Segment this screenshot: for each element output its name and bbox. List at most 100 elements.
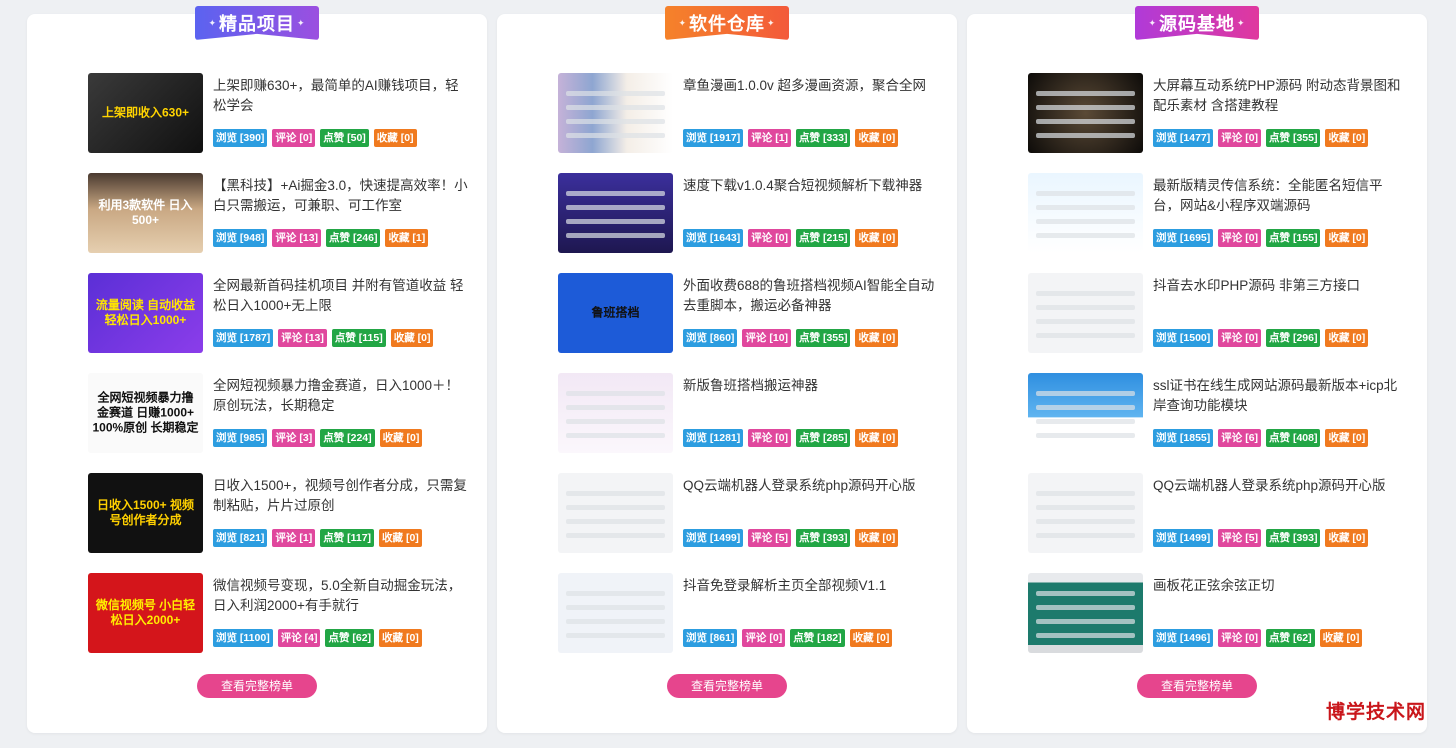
- favorites-badge: 收藏 [0]: [379, 629, 422, 647]
- item-thumbnail[interactable]: 日收入1500+ 视频号创作者分成: [88, 473, 203, 553]
- item-thumbnail[interactable]: [1028, 573, 1143, 653]
- item-list: 上架即收入630+ 上架即赚630+，最简单的AI赚钱项目，轻松学会 浏览 [390…: [88, 73, 468, 673]
- comments-badge: 评论 [0]: [1218, 629, 1262, 647]
- item-thumbnail[interactable]: 流量阅读 自动收益 轻松日入1000+: [88, 273, 203, 353]
- list-item: 画板花正弦余弦正切 浏览 [1496] 评论 [0] 点赞 [62] 收藏 [0]: [1028, 573, 1408, 673]
- item-thumbnail[interactable]: [558, 473, 673, 553]
- screenshot-placeholder-line: [1036, 305, 1135, 310]
- item-thumbnail[interactable]: [558, 373, 673, 453]
- item-title-link[interactable]: 章鱼漫画1.0.0v 超多漫画资源，聚合全网: [683, 76, 938, 96]
- screenshot-placeholder-line: [1036, 219, 1135, 224]
- item-title-link[interactable]: 日收入1500+，视频号创作者分成，只需复制粘贴，片片过原创: [213, 476, 468, 516]
- list-item: 最新版精灵传信系统：全能匿名短信平台，网站&小程序双端源码 浏览 [1695] 评论…: [1028, 173, 1408, 273]
- list-item: 抖音去水印PHP源码 非第三方接口 浏览 [1500] 评论 [0] 点赞 [296]…: [1028, 273, 1408, 373]
- item-title-link[interactable]: 外面收费688的鲁班搭档视频AI智能全自动去重脚本，搬运必备神器: [683, 276, 938, 316]
- item-title-link[interactable]: 全网短视频暴力撸金赛道，日入1000＋！原创玩法，长期稳定: [213, 376, 468, 416]
- item-title-link[interactable]: 抖音免登录解析主页全部视频V1.1: [683, 576, 938, 596]
- comments-badge: 评论 [0]: [742, 629, 786, 647]
- screenshot-placeholder-line: [566, 533, 665, 538]
- comments-badge: 评论 [0]: [1218, 129, 1262, 147]
- views-badge: 浏览 [1643]: [683, 229, 744, 247]
- item-thumbnail[interactable]: 鲁班搭档: [558, 273, 673, 353]
- panel-ribbon: ✦ 软件仓库 ✦: [665, 6, 789, 48]
- item-title-link[interactable]: 大屏幕互动系统PHP源码 附动态背景图和配乐素材 含搭建教程: [1153, 76, 1408, 116]
- list-item: 流量阅读 自动收益 轻松日入1000+ 全网最新首码挂机项目 并附有管道收益 轻松…: [88, 273, 468, 373]
- item-title-link[interactable]: 抖音去水印PHP源码 非第三方接口: [1153, 276, 1408, 296]
- thumbnail-caption: 全网短视频暴力撸金赛道 日赚1000+ 100%原创 长期稳定: [92, 390, 199, 435]
- item-thumbnail[interactable]: [558, 173, 673, 253]
- thumbnail-caption: 鲁班搭档: [591, 305, 640, 320]
- sparkle-icon: ✦: [767, 17, 776, 28]
- view-full-ranking-button[interactable]: 查看完整榜单: [667, 674, 787, 698]
- favorites-badge: 收藏 [0]: [1325, 429, 1369, 447]
- panel-title: 源码基地: [1159, 14, 1235, 34]
- view-full-ranking-button[interactable]: 查看完整榜单: [1137, 674, 1257, 698]
- item-thumbnail[interactable]: [558, 573, 673, 653]
- item-title-link[interactable]: QQ云端机器人登录系统php源码开心版: [683, 476, 938, 496]
- list-item: 新版鲁班搭档搬运神器 浏览 [1281] 评论 [0] 点赞 [285] 收藏 [0]: [558, 373, 938, 473]
- item-title-link[interactable]: 全网最新首码挂机项目 并附有管道收益 轻松日入1000+无上限: [213, 276, 468, 316]
- item-thumbnail[interactable]: 利用3款软件 日入500+: [88, 173, 203, 253]
- list-item: 利用3款软件 日入500+ 【黑科技】+Ai掘金3.0，快速提高效率！小白只需搬运…: [88, 173, 468, 273]
- item-title-link[interactable]: 上架即赚630+，最简单的AI赚钱项目，轻松学会: [213, 76, 468, 116]
- item-title-link[interactable]: QQ云端机器人登录系统php源码开心版: [1153, 476, 1408, 496]
- views-badge: 浏览 [1499]: [1153, 529, 1214, 547]
- likes-badge: 点赞 [393]: [1266, 529, 1321, 547]
- item-stats: 浏览 [948] 评论 [13] 点赞 [246] 收藏 [1]: [213, 229, 429, 247]
- item-title-link[interactable]: ssl证书在线生成网站源码最新版本+icp北岸查询功能模块: [1153, 376, 1408, 416]
- item-thumbnail[interactable]: [1028, 273, 1143, 353]
- item-thumbnail[interactable]: [1028, 373, 1143, 453]
- screenshot-placeholder-line: [566, 591, 665, 596]
- view-full-ranking-button[interactable]: 查看完整榜单: [197, 674, 317, 698]
- views-badge: 浏览 [1787]: [213, 329, 274, 347]
- list-item: 速度下载v1.0.4聚合短视频解析下载神器 浏览 [1643] 评论 [0] 点赞 […: [558, 173, 938, 273]
- panel-title: 精品项目: [219, 14, 295, 34]
- thumbnail-caption: 日收入1500+ 视频号创作者分成: [96, 498, 195, 527]
- views-badge: 浏览 [1499]: [683, 529, 744, 547]
- item-stats: 浏览 [1643] 评论 [0] 点赞 [215] 收藏 [0]: [683, 229, 899, 247]
- list-item: 鲁班搭档 外面收费688的鲁班搭档视频AI智能全自动去重脚本，搬运必备神器浏览 […: [558, 273, 938, 373]
- views-badge: 浏览 [861]: [683, 629, 738, 647]
- screenshot-placeholder-line: [1036, 205, 1135, 210]
- comments-badge: 评论 [0]: [748, 229, 792, 247]
- sparkle-icon: ✦: [678, 17, 687, 28]
- likes-badge: 点赞 [215]: [796, 229, 851, 247]
- item-stats: 浏览 [1500] 评论 [0] 点赞 [296] 收藏 [0]: [1153, 329, 1369, 347]
- item-stats: 浏览 [821] 评论 [1] 点赞 [117] 收藏 [0]: [213, 529, 422, 547]
- item-thumbnail[interactable]: 上架即收入630+: [88, 73, 203, 153]
- item-thumbnail[interactable]: 全网短视频暴力撸金赛道 日赚1000+ 100%原创 长期稳定: [88, 373, 203, 453]
- likes-badge: 点赞 [296]: [1266, 329, 1321, 347]
- item-stats: 浏览 [860] 评论 [10] 点赞 [355] 收藏 [0]: [683, 329, 899, 347]
- favorites-badge: 收藏 [0]: [373, 129, 417, 147]
- comments-badge: 评论 [0]: [748, 429, 792, 447]
- item-thumbnail[interactable]: [558, 73, 673, 153]
- rank-panel: ✦ 精品项目 ✦ 上架即收入630+ 上架即赚630+，最简单的AI赚钱项目，轻松学会浏…: [27, 6, 487, 733]
- comments-badge: 评论 [0]: [1218, 229, 1262, 247]
- likes-badge: 点赞 [182]: [790, 629, 845, 647]
- likes-badge: 点赞 [62]: [325, 629, 375, 647]
- item-title-link[interactable]: 微信视频号变现，5.0全新自动掘金玩法，日入利润2000+有手就行: [213, 576, 468, 616]
- item-thumbnail[interactable]: [1028, 73, 1143, 153]
- item-thumbnail[interactable]: [1028, 173, 1143, 253]
- screenshot-placeholder-line: [566, 119, 665, 124]
- item-thumbnail[interactable]: 微信视频号 小白轻松日入2000+: [88, 573, 203, 653]
- views-badge: 浏览 [1855]: [1153, 429, 1214, 447]
- panel-ribbon: ✦ 精品项目 ✦: [195, 6, 319, 48]
- item-thumbnail[interactable]: [1028, 473, 1143, 553]
- list-item: 抖音免登录解析主页全部视频V1.1 浏览 [861] 评论 [0] 点赞 [182] 收…: [558, 573, 938, 673]
- thumbnail-caption: 微信视频号 小白轻松日入2000+: [95, 598, 196, 627]
- sparkle-icon: ✦: [1148, 17, 1157, 28]
- item-list: 大屏幕互动系统PHP源码 附动态背景图和配乐素材 含搭建教程 浏览 [1477] 评…: [1028, 73, 1408, 673]
- likes-badge: 点赞 [155]: [1266, 229, 1321, 247]
- item-title-link[interactable]: 最新版精灵传信系统：全能匿名短信平台，网站&小程序双端源码: [1153, 176, 1408, 216]
- views-badge: 浏览 [1477]: [1153, 129, 1214, 147]
- item-title-link[interactable]: 新版鲁班搭档搬运神器: [683, 376, 938, 396]
- item-title-link[interactable]: 画板花正弦余弦正切: [1153, 576, 1408, 596]
- item-title-link[interactable]: 【黑科技】+Ai掘金3.0，快速提高效率！小白只需搬运，可兼职、可工作室: [213, 176, 468, 216]
- screenshot-placeholder-line: [1036, 405, 1135, 410]
- comments-badge: 评论 [4]: [277, 629, 321, 647]
- likes-badge: 点赞 [117]: [320, 529, 375, 547]
- likes-badge: 点赞 [285]: [796, 429, 851, 447]
- item-title-link[interactable]: 速度下载v1.0.4聚合短视频解析下载神器: [683, 176, 938, 196]
- likes-badge: 点赞 [224]: [320, 429, 375, 447]
